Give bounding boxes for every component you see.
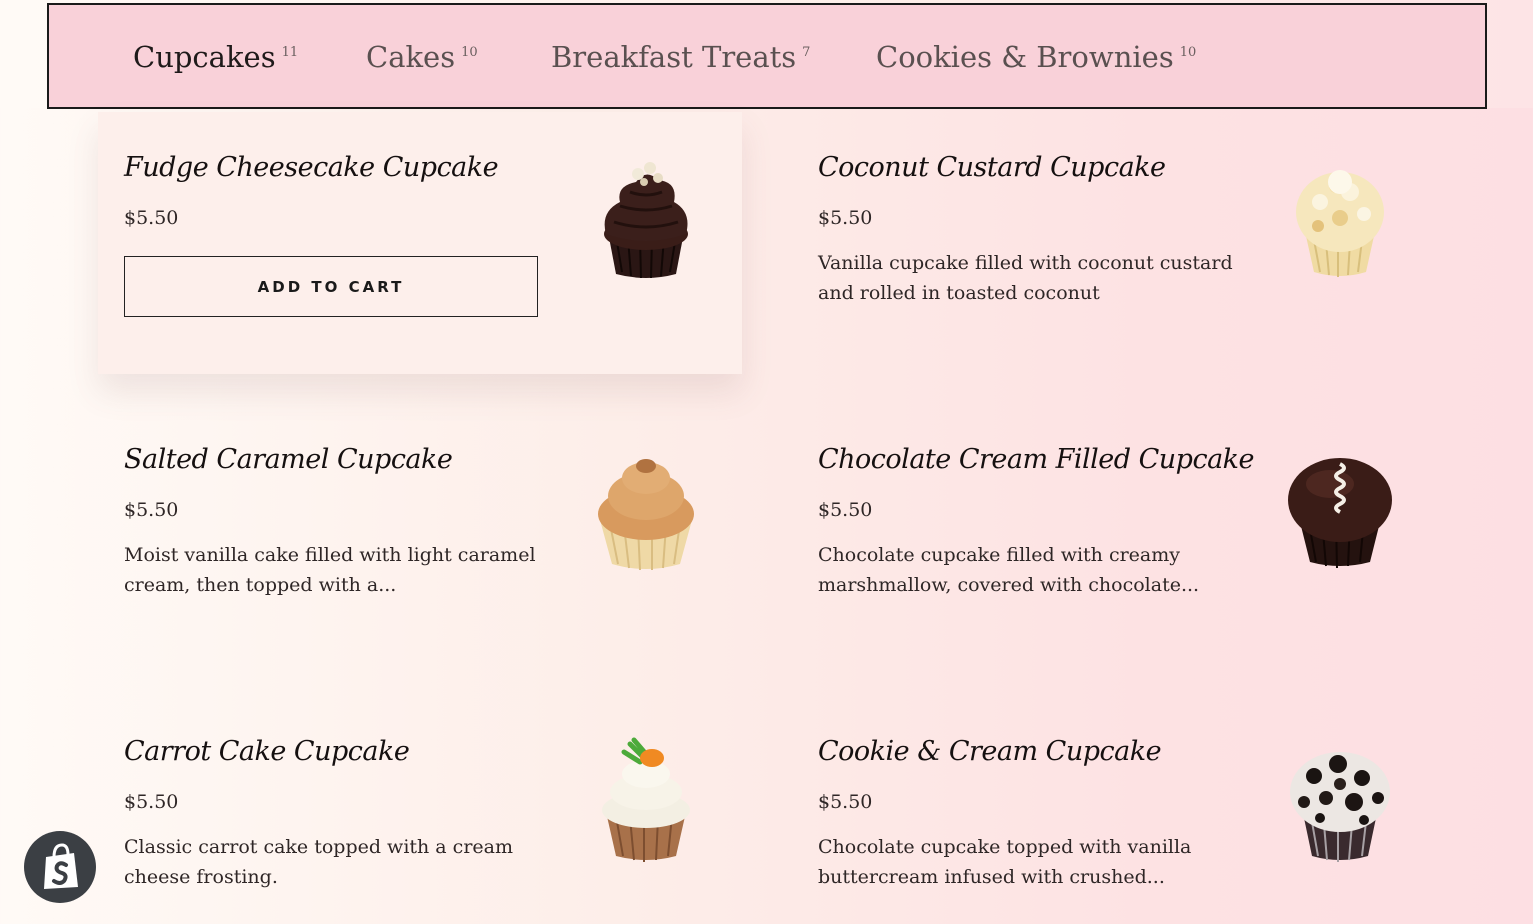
shopify-badge[interactable] <box>24 831 96 903</box>
shopify-bag-icon <box>44 843 78 889</box>
product-description: Moist vanilla cake filled with light car… <box>124 544 536 596</box>
product-description: Vanilla cupcake filled with coconut cust… <box>818 252 1233 304</box>
tab-cookies-brownies[interactable]: Cookies & Brownies 10 <box>876 39 1196 75</box>
carrot-cupcake-image[interactable] <box>586 732 706 862</box>
category-tabs: Cupcakes 11 Cakes 10 Breakfast Treats 7 Coo… <box>47 3 1487 109</box>
tab-breakfast-treats[interactable]: Breakfast Treats 7 <box>551 39 810 75</box>
product-card-cookie-cream[interactable]: Cookie & Cream Cupcake $5.50 Chocolate c… <box>792 696 1436 924</box>
product-card-salted-caramel[interactable]: Salted Caramel Cupcake $5.50 Moist vanil… <box>98 404 742 666</box>
product-name[interactable]: Fudge Cheesecake Cupcake <box>124 150 499 186</box>
tab-cakes[interactable]: Cakes 10 <box>366 39 478 75</box>
product-description: Classic carrot cake topped with a cream … <box>124 836 513 888</box>
product-card-chocolate-cream-filled[interactable]: Chocolate Cream Filled Cupcake $5.50 Cho… <box>792 404 1436 666</box>
product-name[interactable]: Carrot Cake Cupcake <box>124 734 410 770</box>
product-price: $5.50 <box>124 791 179 813</box>
tab-label: Cakes <box>366 40 456 74</box>
product-price: $5.50 <box>818 207 873 229</box>
tab-label: Cupcakes <box>133 40 276 74</box>
tab-count: 7 <box>802 45 811 60</box>
product-price: $5.50 <box>124 207 179 229</box>
product-price: $5.50 <box>124 499 179 521</box>
cookies-cream-cupcake-image[interactable] <box>1280 736 1400 866</box>
product-name[interactable]: Cookie & Cream Cupcake <box>818 734 1162 770</box>
tab-label: Breakfast Treats <box>551 40 797 74</box>
product-card-coconut-custard[interactable]: Coconut Custard Cupcake $5.50 Vanilla cu… <box>792 112 1436 374</box>
product-price: $5.50 <box>818 791 873 813</box>
tab-count: 10 <box>1179 45 1197 60</box>
product-name[interactable]: Salted Caramel Cupcake <box>124 442 453 478</box>
tab-count: 10 <box>461 45 478 60</box>
product-description: Chocolate cupcake filled with creamy mar… <box>818 544 1200 596</box>
add-to-cart-button[interactable]: ADD TO CART <box>124 256 538 317</box>
tab-cupcakes[interactable]: Cupcakes 11 <box>133 39 298 75</box>
product-card-carrot-cake[interactable]: Carrot Cake Cupcake $5.50 Classic carrot… <box>98 696 742 924</box>
chocolate-cream-cupcake-image[interactable] <box>1280 444 1400 574</box>
product-card-fudge-cheesecake[interactable]: Fudge Cheesecake Cupcake $5.50 ADD TO CA… <box>98 112 742 374</box>
tab-label: Cookies & Brownies <box>876 40 1174 74</box>
caramel-cupcake-image[interactable] <box>586 444 706 574</box>
product-description: Chocolate cupcake topped with vanilla bu… <box>818 836 1192 888</box>
product-name[interactable]: Chocolate Cream Filled Cupcake <box>818 442 1255 478</box>
product-name[interactable]: Coconut Custard Cupcake <box>818 150 1166 186</box>
tab-count: 11 <box>281 45 299 60</box>
chocolate-swirl-cupcake-image[interactable] <box>586 152 706 282</box>
coconut-cupcake-image[interactable] <box>1280 152 1400 282</box>
product-price: $5.50 <box>818 499 873 521</box>
